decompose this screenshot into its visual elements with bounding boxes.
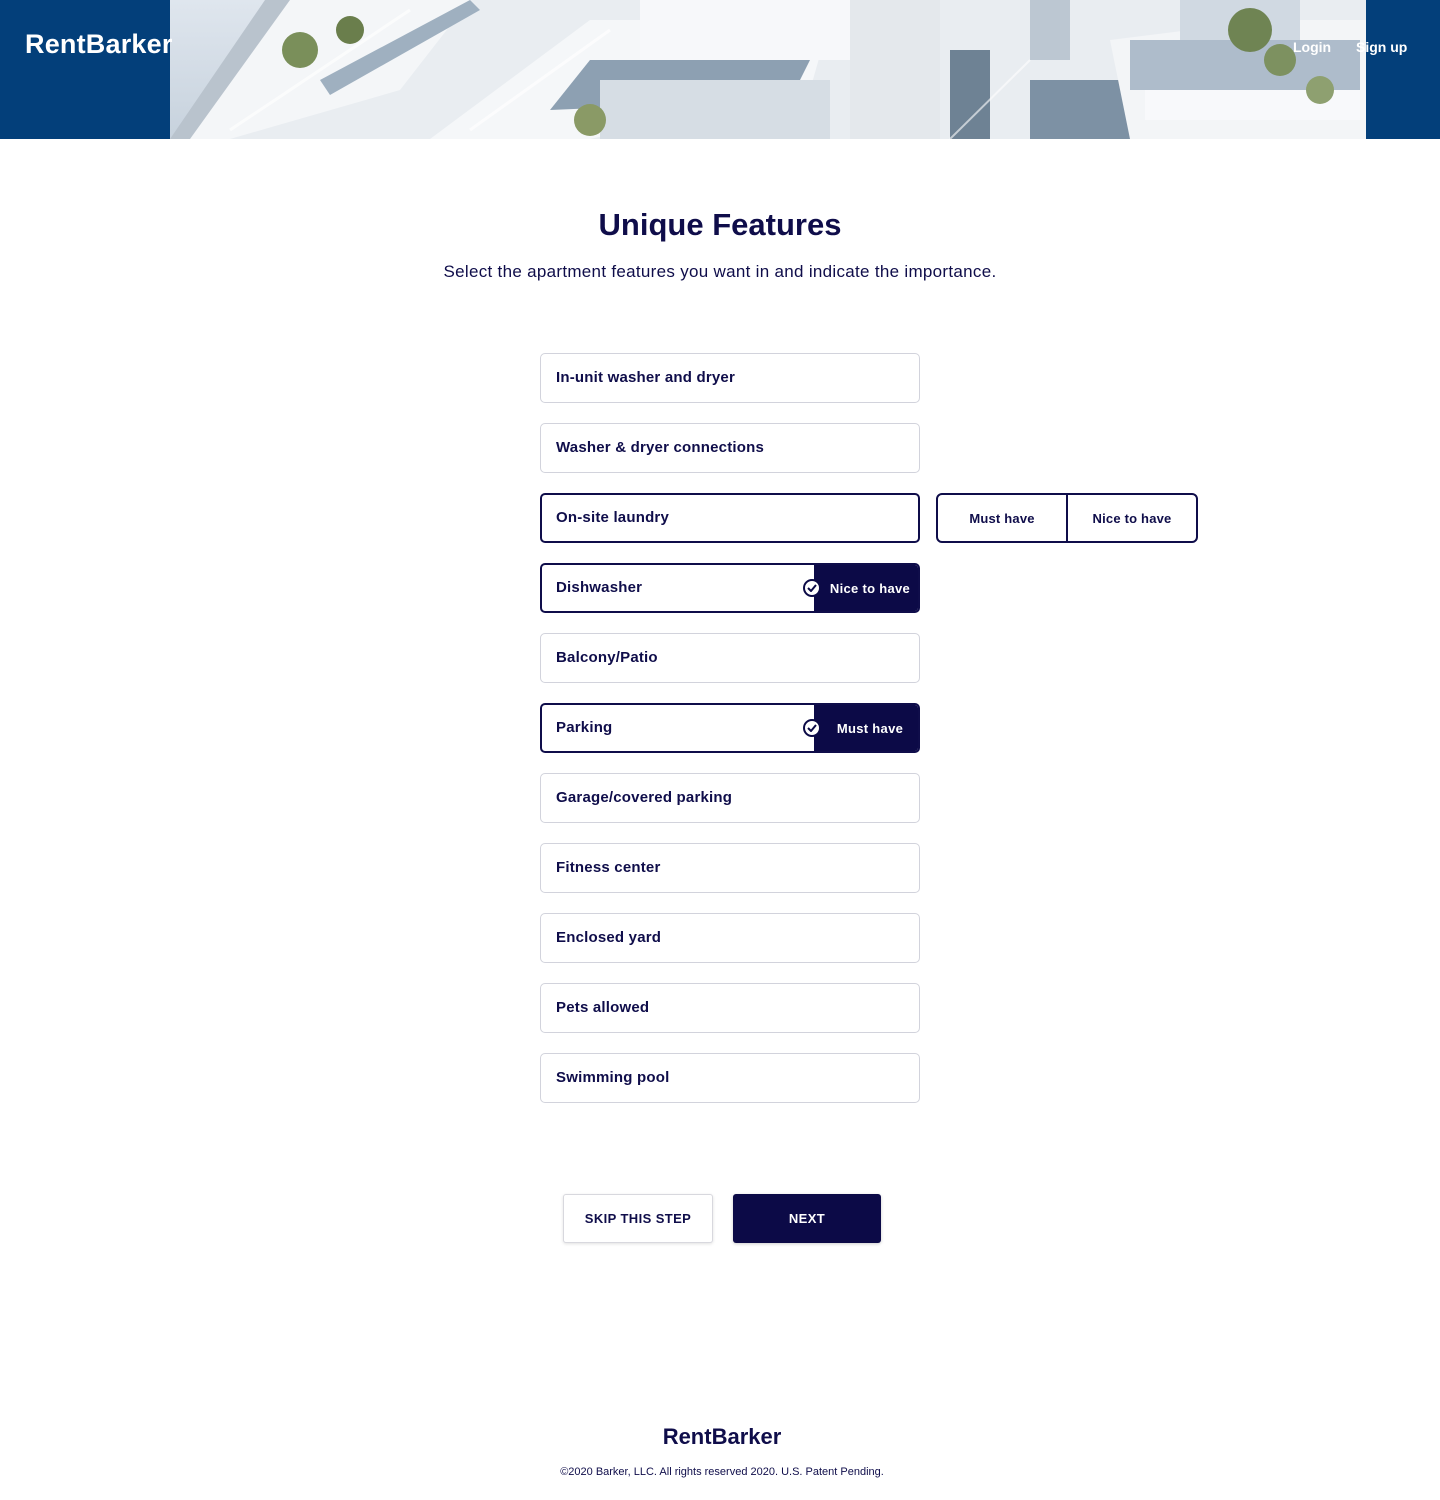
login-link[interactable]: Login xyxy=(1293,39,1331,55)
feature-item-selected[interactable]: Dishwasher Nice to have xyxy=(540,563,920,613)
feature-label: Parking xyxy=(556,719,613,736)
feature-item[interactable]: Garage/covered parking xyxy=(540,773,920,823)
feature-item[interactable]: Swimming pool xyxy=(540,1053,920,1103)
feature-item[interactable]: Balcony/Patio xyxy=(540,633,920,683)
importance-selector: Must have Nice to have xyxy=(936,493,1198,543)
feature-label: Enclosed yard xyxy=(556,929,662,946)
feature-label: Garage/covered parking xyxy=(556,789,733,806)
feature-item[interactable]: Washer & dryer connections xyxy=(540,423,920,473)
page-title: Unique Features xyxy=(598,207,842,242)
logo[interactable]: RentBarker xyxy=(25,29,173,60)
header: RentBarker Login Sign up xyxy=(0,0,1440,139)
importance-badge[interactable]: Must have xyxy=(803,705,918,751)
page-subtitle: Select the apartment features you want i… xyxy=(443,262,997,281)
check-circle-icon xyxy=(803,719,821,737)
footer-copyright: ©2020 Barker, LLC. All rights reserved 2… xyxy=(560,1466,884,1478)
check-circle-icon xyxy=(803,579,821,597)
building-hero-image xyxy=(170,0,1366,139)
importance-badge[interactable]: Nice to have xyxy=(803,565,918,611)
footer-logo[interactable]: RentBarker xyxy=(0,1424,1440,1450)
skip-button[interactable]: SKIP THIS STEP xyxy=(563,1194,713,1243)
must-have-option[interactable]: Must have xyxy=(938,495,1066,541)
feature-item[interactable]: In-unit washer and dryer xyxy=(540,353,920,403)
feature-item[interactable]: Fitness center xyxy=(540,843,920,893)
nice-to-have-option[interactable]: Nice to have xyxy=(1066,495,1196,541)
feature-label: Fitness center xyxy=(556,859,661,876)
importance-badge-label: Nice to have xyxy=(829,580,911,596)
feature-item-selected[interactable]: Parking Must have xyxy=(540,703,920,753)
feature-item[interactable]: Pets allowed xyxy=(540,983,920,1033)
feature-label: Swimming pool xyxy=(556,1069,670,1086)
signup-link[interactable]: Sign up xyxy=(1356,39,1407,55)
feature-label: On-site laundry xyxy=(556,509,670,526)
feature-label: Dishwasher xyxy=(556,579,643,596)
feature-label: Balcony/Patio xyxy=(556,649,658,666)
feature-label: Pets allowed xyxy=(556,999,650,1016)
feature-label: In-unit washer and dryer xyxy=(556,369,735,386)
feature-label: Washer & dryer connections xyxy=(556,439,765,456)
feature-item[interactable]: Enclosed yard xyxy=(540,913,920,963)
importance-badge-label: Must have xyxy=(836,720,904,736)
feature-item-selecting[interactable]: On-site laundry xyxy=(540,493,920,543)
next-button[interactable]: NEXT xyxy=(733,1194,881,1243)
